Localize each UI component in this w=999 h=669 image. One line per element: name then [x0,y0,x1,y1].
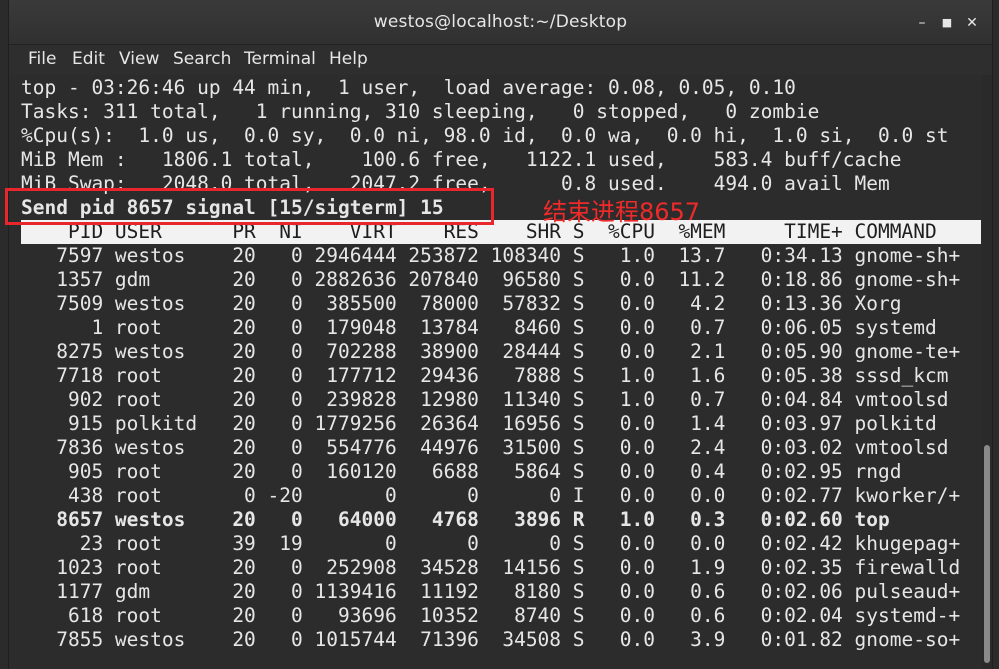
terminal-output[interactable]: top - 03:26:46 up 44 min, 1 user, load a… [9,75,982,669]
menu-search[interactable]: Search [173,49,231,69]
close-icon[interactable]: ✕ [961,12,983,34]
table-row: 23 root 39 19 0 0 0 S 0.0 0.0 0:02.42 kh… [21,532,961,555]
table-row: 7855 westos 20 0 1015744 71396 34508 S 0… [21,628,961,651]
table-row: 915 polkitd 20 0 1779256 26364 16956 S 0… [21,412,937,435]
titlebar[interactable]: westos@localhost:~/Desktop – ■ ✕ [9,0,992,45]
table-row: 905 root 20 0 160120 6688 5864 S 0.0 0.4… [21,460,902,483]
menu-view[interactable]: View [119,49,159,69]
table-row: 1177 gdm 20 0 1139416 11192 8180 S 0.0 0… [21,580,961,603]
window-title: westos@localhost:~/Desktop [373,12,628,32]
summary-top: top - 03:26:46 up 44 min, 1 user, load a… [21,76,796,99]
menu-terminal[interactable]: Terminal [244,49,316,69]
table-row: 618 root 20 0 93696 10352 8740 S 0.0 0.6… [21,604,961,627]
summary-cpu: %Cpu(s): 1.0 us, 0.0 sy, 0.0 ni, 98.0 id… [21,124,949,147]
table-row: 1023 root 20 0 252908 34528 14156 S 0.0 … [21,556,961,579]
maximize-icon[interactable]: ■ [936,12,958,34]
terminal-scrollbar[interactable] [982,75,992,669]
summary-mem: MiB Mem : 1806.1 total, 100.6 free, 1122… [21,148,902,171]
menu-edit[interactable]: Edit [72,49,105,69]
terminal-window: westos@localhost:~/Desktop – ■ ✕ File Ed… [8,0,993,669]
summary-tasks: Tasks: 311 total, 1 running, 310 sleepin… [21,100,820,123]
table-row: 438 root 0 -20 0 0 0 I 0.0 0.0 0:02.77 k… [21,484,961,507]
table-row: 1 root 20 0 179048 13784 8460 S 0.0 0.7 … [21,316,937,339]
table-row: 7597 westos 20 0 2946444 253872 108340 S… [21,244,961,267]
scrollbar-thumb[interactable] [984,445,990,663]
minimize-icon[interactable]: – [911,12,933,34]
table-row: 8275 westos 20 0 702288 38900 28444 S 0.… [21,340,961,363]
annotation-highlight-box [5,188,494,225]
table-row: 7718 root 20 0 177712 29436 7888 S 1.0 1… [21,364,949,387]
table-row-selected: 8657 westos 20 0 64000 4768 3896 R 1.0 0… [21,508,890,531]
table-row: 1357 gdm 20 0 2882636 207840 96580 S 0.0… [21,268,961,291]
table-row: 902 root 20 0 239828 12980 11340 S 1.0 0… [21,388,949,411]
menu-file[interactable]: File [28,49,56,69]
table-row: 7509 westos 20 0 385500 78000 57832 S 0.… [21,292,902,315]
table-row: 7836 westos 20 0 554776 44976 31500 S 0.… [21,436,949,459]
menubar: File Edit View Search Terminal Help [9,45,992,75]
menu-help[interactable]: Help [329,49,368,69]
annotation-label: 结束进程8657 [543,198,701,226]
